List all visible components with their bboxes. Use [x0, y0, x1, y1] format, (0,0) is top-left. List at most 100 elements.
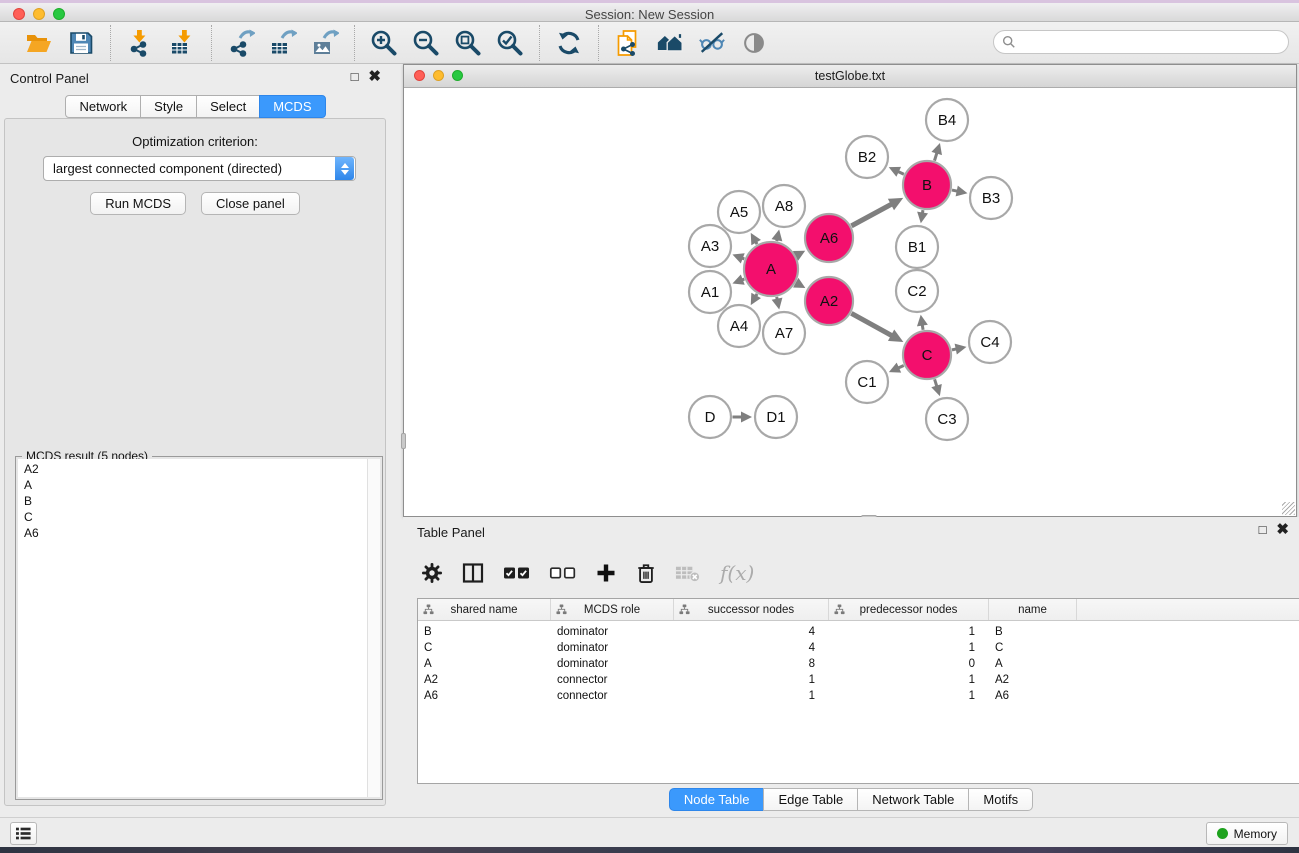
select-all-columns-button[interactable] [503, 560, 530, 586]
table-row[interactable]: A6connector11A6 [418, 689, 1299, 705]
node-A7[interactable]: A7 [763, 312, 805, 354]
delete-column-button[interactable] [636, 560, 656, 586]
result-list-item[interactable]: C [18, 509, 380, 525]
table-cell: 1 [829, 625, 989, 641]
mcds-tab-content: Optimization criterion: largest connecte… [4, 118, 386, 806]
tab-style[interactable]: Style [140, 95, 197, 118]
close-panel-icon[interactable]: ✖ [368, 70, 381, 84]
float-panel-icon[interactable]: □ [351, 70, 359, 84]
mcds-result-list[interactable]: A2ABCA6 [18, 459, 380, 797]
vertical-divider-grip[interactable] [401, 433, 406, 449]
node-C1[interactable]: C1 [846, 361, 888, 403]
node-A1[interactable]: A1 [689, 271, 731, 313]
zoom-fit-button[interactable] [452, 27, 484, 59]
column-header-MCDS-role[interactable]: MCDS role [551, 599, 674, 620]
node-B1[interactable]: B1 [896, 226, 938, 268]
tab-motifs[interactable]: Motifs [968, 788, 1033, 811]
edge-A6-B [851, 204, 892, 226]
zoom-selected-button[interactable] [494, 27, 526, 59]
node-D1[interactable]: D1 [755, 396, 797, 438]
svg-text:A7: A7 [775, 325, 793, 342]
split-columns-button[interactable] [462, 560, 484, 586]
node-B2[interactable]: B2 [846, 136, 888, 178]
zoom-in-button[interactable] [368, 27, 400, 59]
export-image-button[interactable] [309, 27, 341, 59]
column-header-successor-nodes[interactable]: successor nodes [674, 599, 829, 620]
column-header-predecessor-nodes[interactable]: predecessor nodes [829, 599, 989, 620]
zoom-out-button[interactable] [410, 27, 442, 59]
svg-text:A3: A3 [701, 238, 719, 255]
column-header-name[interactable]: name [989, 599, 1077, 620]
result-list-item[interactable]: A6 [18, 525, 380, 541]
float-table-panel-icon[interactable]: □ [1259, 523, 1267, 537]
export-table-button[interactable] [267, 27, 299, 59]
memory-button[interactable]: Memory [1206, 822, 1288, 845]
network-canvas[interactable]: B4 B2 B B3 A5A8A6 A3 B1 A A1 C2 A2 A4 A7 C4 C C1 D D1 C3 [404, 88, 1296, 516]
hide-graphics-details-button[interactable] [696, 27, 728, 59]
table-cell: A6 [418, 689, 551, 705]
import-table-button[interactable] [166, 27, 198, 59]
node-C[interactable]: C [903, 331, 951, 379]
add-column-button[interactable] [595, 560, 617, 586]
show-network-view-button[interactable] [738, 27, 770, 59]
new-network-from-selection-button[interactable] [612, 27, 644, 59]
toolbar-group [10, 27, 110, 59]
deselect-all-columns-button[interactable] [549, 560, 576, 586]
toolbar-group [598, 25, 783, 61]
task-history-button[interactable] [10, 822, 37, 845]
node-A2[interactable]: A2 [805, 277, 853, 325]
network-window-titlebar[interactable]: testGlobe.txt [404, 65, 1296, 88]
open-file-button[interactable] [23, 27, 55, 59]
search-input[interactable] [1021, 35, 1280, 49]
criterion-dropdown[interactable]: largest connected component (directed) [43, 156, 356, 181]
export-network-icon [227, 29, 255, 57]
table-row[interactable]: Bdominator41B [418, 625, 1299, 641]
node-A3[interactable]: A3 [689, 225, 731, 267]
table-panel: Table Panel □ ✖ f(x) shared nameMCDS rol… [403, 517, 1299, 817]
node-B4[interactable]: B4 [926, 99, 968, 141]
result-list-item[interactable]: B [18, 493, 380, 509]
node-C3[interactable]: C3 [926, 398, 968, 440]
save-session-button[interactable] [65, 27, 97, 59]
node-table[interactable]: shared nameMCDS rolesuccessor nodesprede… [417, 598, 1299, 784]
settings-gear-button[interactable] [421, 560, 443, 586]
node-D[interactable]: D [689, 396, 731, 438]
table-row[interactable]: Adominator80A [418, 657, 1299, 673]
table-cell: 8 [674, 657, 829, 673]
node-B[interactable]: B [903, 161, 951, 209]
tab-edge-table[interactable]: Edge Table [763, 788, 858, 811]
close-panel-button[interactable]: Close panel [201, 192, 300, 215]
hide-graphics-details-icon [698, 29, 726, 57]
list-icon [15, 826, 32, 841]
tab-node-table[interactable]: Node Table [669, 788, 765, 811]
node-A8[interactable]: A8 [763, 185, 805, 227]
node-A[interactable]: A [744, 242, 798, 296]
column-header-shared-name[interactable]: shared name [418, 599, 551, 620]
refresh-button[interactable] [553, 27, 585, 59]
home-button[interactable] [654, 27, 686, 59]
export-network-button[interactable] [225, 27, 257, 59]
table-cell: 1 [674, 673, 829, 689]
table-row[interactable]: A2connector11A2 [418, 673, 1299, 689]
result-list-item[interactable]: A [18, 477, 380, 493]
result-list-scrollbar[interactable] [367, 459, 380, 797]
tab-mcds[interactable]: MCDS [259, 95, 325, 118]
show-network-view-icon [740, 29, 768, 57]
table-row[interactable]: Cdominator41C [418, 641, 1299, 657]
tab-select[interactable]: Select [196, 95, 260, 118]
node-C2[interactable]: C2 [896, 270, 938, 312]
status-bar: Memory [0, 817, 1299, 847]
window-resize-handle[interactable] [1282, 502, 1295, 515]
search-box[interactable] [993, 30, 1289, 54]
node-A4[interactable]: A4 [718, 305, 760, 347]
tab-network[interactable]: Network [65, 95, 141, 118]
close-table-panel-icon[interactable]: ✖ [1276, 523, 1289, 537]
node-A5[interactable]: A5 [718, 191, 760, 233]
node-C4[interactable]: C4 [969, 321, 1011, 363]
tab-network-table[interactable]: Network Table [857, 788, 969, 811]
import-network-button[interactable] [124, 27, 156, 59]
node-A6[interactable]: A6 [805, 214, 853, 262]
run-mcds-button[interactable]: Run MCDS [90, 192, 186, 215]
node-B3[interactable]: B3 [970, 177, 1012, 219]
result-list-item[interactable]: A2 [18, 461, 380, 477]
